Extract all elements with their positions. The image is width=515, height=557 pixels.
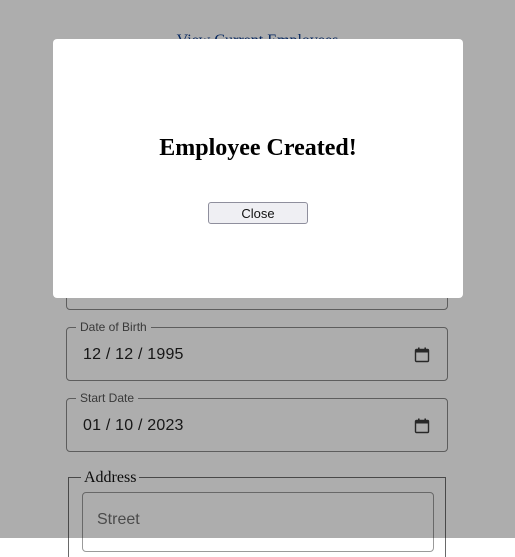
modal-title: Employee Created! xyxy=(159,135,357,161)
close-button[interactable]: Close xyxy=(208,202,308,224)
success-modal: Employee Created! Close xyxy=(53,39,463,298)
